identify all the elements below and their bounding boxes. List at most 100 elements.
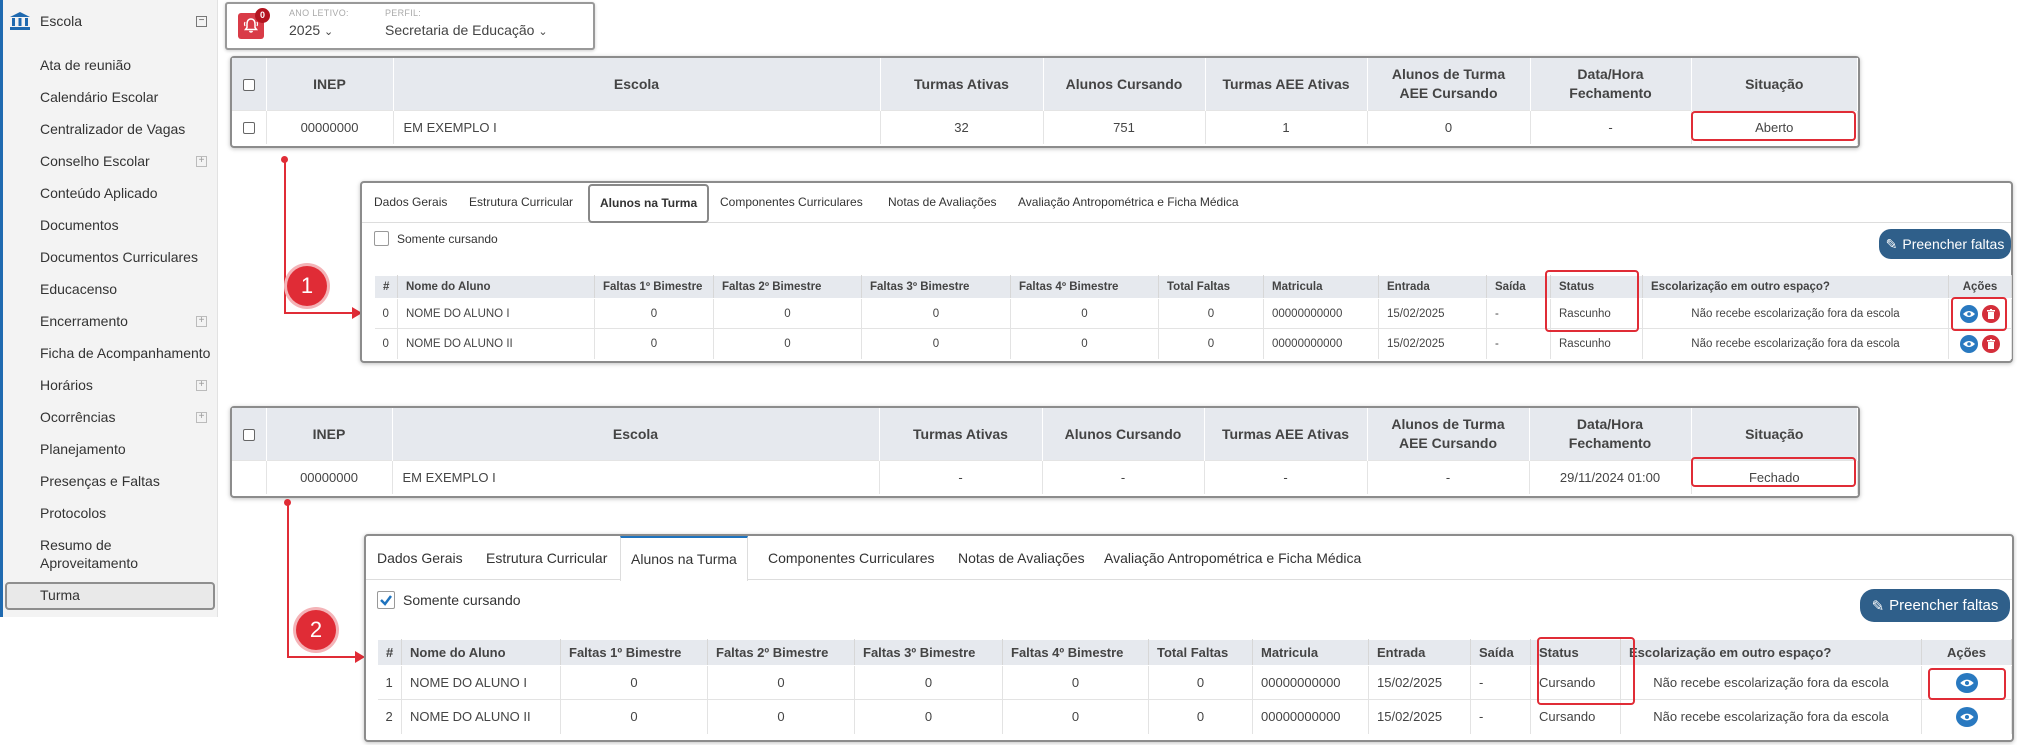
- col-turmas-ativas[interactable]: Turmas Ativas: [880, 58, 1044, 110]
- collapse-icon[interactable]: −: [196, 16, 207, 27]
- sidebar-item-resumo-de-aproveitamento[interactable]: Resumo de: [40, 537, 112, 553]
- sidebar-item-documentos-curriculares[interactable]: Documentos Curriculares: [40, 249, 198, 265]
- data-hora-cell: -: [1530, 109, 1692, 144]
- tab-estrutura-curricular[interactable]: Estrutura Curricular: [469, 195, 573, 209]
- col-alunos-aee[interactable]: Alunos de Turma AEE Cursando: [1367, 58, 1531, 110]
- tab-alunos-na-turma[interactable]: Alunos na Turma: [588, 184, 710, 223]
- tab-componentes-curriculares[interactable]: Componentes Curriculares: [720, 195, 863, 209]
- sidebar-item-ficha-de-acompanhamento[interactable]: Ficha de Acompanhamento: [40, 345, 210, 361]
- select-all-checkbox[interactable]: [242, 429, 255, 442]
- sidebar-item-turma[interactable]: Turma: [40, 587, 80, 603]
- table-header-row: INEP Escola Turmas Ativas Alunos Cursand…: [232, 58, 1858, 110]
- ano-letivo-select[interactable]: 2025 ⌄: [289, 22, 333, 38]
- col-escola[interactable]: Escola: [392, 408, 880, 460]
- tab-estrutura-curricular[interactable]: Estrutura Curricular: [486, 550, 607, 566]
- sidebar-item-horarios[interactable]: Horários: [40, 377, 93, 393]
- preencher-faltas-button[interactable]: ✎ Preencher faltas: [1860, 589, 2010, 622]
- nome-cell: NOME DO ALUNO II: [401, 699, 561, 734]
- alunos-cursando-cell: -: [1042, 459, 1205, 494]
- somente-cursando-checkbox[interactable]: Somente cursando: [377, 591, 521, 609]
- col-escola[interactable]: Escola: [393, 58, 881, 110]
- inep-cell: 00000000: [266, 459, 393, 494]
- select-all-checkbox[interactable]: [242, 79, 255, 92]
- numero-cell: 1: [377, 665, 402, 700]
- sidebar-item-resumo-de-aproveitamento-line2[interactable]: Aproveitamento: [40, 555, 138, 571]
- row-checkbox[interactable]: [242, 122, 255, 135]
- table-row[interactable]: 2 NOME DO ALUNO II 0 0 0 0 0 00000000000…: [377, 699, 2012, 734]
- tab-notas-de-avaliacoes[interactable]: Notas de Avaliações: [958, 550, 1085, 566]
- tab-avaliacao-antropometrica[interactable]: Avaliação Antropométrica e Ficha Médica: [1104, 550, 1361, 566]
- expand-icon[interactable]: +: [196, 412, 207, 423]
- sidebar-item-ocorrencias[interactable]: Ocorrências: [40, 409, 115, 425]
- tab-alunos-na-turma[interactable]: Alunos na Turma: [620, 536, 748, 581]
- col-alunos-aee[interactable]: Alunos de Turma AEE Cursando: [1367, 408, 1530, 460]
- col-turmas-aee-ativas[interactable]: Turmas AEE Ativas: [1205, 58, 1368, 110]
- col-numero: #: [374, 275, 398, 299]
- nome-cell: NOME DO ALUNO I: [397, 298, 595, 329]
- faltas-4-cell: 0: [1010, 298, 1159, 329]
- sidebar-item-conteudo-aplicado[interactable]: Conteúdo Aplicado: [40, 185, 158, 201]
- tab-dados-gerais[interactable]: Dados Gerais: [374, 195, 447, 209]
- table-row[interactable]: 00000000 EM EXEMPLO I - - - - 29/11/2024…: [232, 459, 1858, 494]
- tab-dados-gerais[interactable]: Dados Gerais: [377, 550, 463, 566]
- table-header-row: # Nome do Aluno Faltas 1º Bimestre Falta…: [374, 275, 2012, 299]
- sidebar-item-turma-active[interactable]: [5, 582, 215, 610]
- col-alunos-cursando[interactable]: Alunos Cursando: [1043, 58, 1206, 110]
- faltas-1-cell: 0: [560, 665, 708, 700]
- tab-componentes-curriculares[interactable]: Componentes Curriculares: [768, 550, 935, 566]
- delete-button[interactable]: [1981, 334, 2000, 353]
- sidebar-item-documentos[interactable]: Documentos: [40, 217, 119, 233]
- ano-letivo-label: ANO LETIVO:: [289, 8, 349, 18]
- perfil-select[interactable]: Secretaria de Educação ⌄: [385, 22, 548, 38]
- faltas-2-cell: 0: [713, 298, 862, 329]
- col-turmas-aee-ativas[interactable]: Turmas AEE Ativas: [1204, 408, 1368, 460]
- entrada-cell: 15/02/2025: [1368, 665, 1471, 700]
- sidebar-item-centralizador-de-vagas[interactable]: Centralizador de Vagas: [40, 121, 185, 137]
- faltas-1-cell: 0: [560, 699, 708, 734]
- sidebar-item-educacenso[interactable]: Educacenso: [40, 281, 117, 297]
- chevron-down-icon: ⌄: [324, 26, 334, 38]
- col-escolarizacao: Escolarização em outro espaço?: [1642, 275, 1949, 299]
- sidebar-item-conselho-escolar[interactable]: Conselho Escolar: [40, 153, 150, 169]
- pencil-icon: ✎: [1871, 597, 1885, 615]
- sidebar-item-presencas-e-faltas[interactable]: Presenças e Faltas: [40, 473, 160, 489]
- col-situacao[interactable]: Situação: [1691, 408, 1858, 460]
- sidebar-item-planejamento[interactable]: Planejamento: [40, 441, 126, 457]
- col-data-hora[interactable]: Data/Hora Fechamento: [1530, 58, 1692, 110]
- total-faltas-cell: 0: [1148, 665, 1253, 700]
- expand-icon[interactable]: +: [196, 156, 207, 167]
- bank-icon: [10, 12, 30, 30]
- school-table-closed: INEP Escola Turmas Ativas Alunos Cursand…: [230, 406, 1860, 498]
- acoes-cell: [1921, 699, 2012, 734]
- sidebar-header[interactable]: Escola −: [0, 8, 218, 36]
- col-inep[interactable]: INEP: [266, 58, 394, 110]
- matricula-cell: 00000000000: [1263, 298, 1379, 329]
- somente-cursando-checkbox[interactable]: Somente cursando: [374, 231, 498, 246]
- col-escolarizacao: Escolarização em outro espaço?: [1620, 639, 1922, 666]
- sidebar-item-ata-de-reuniao[interactable]: Ata de reunião: [40, 57, 131, 73]
- sidebar-item-calendario-escolar[interactable]: Calendário Escolar: [40, 89, 158, 105]
- col-situacao[interactable]: Situação: [1691, 58, 1858, 110]
- expand-icon[interactable]: +: [196, 380, 207, 391]
- table-row[interactable]: 00000000 EM EXEMPLO I 32 751 1 0 - Abert…: [232, 109, 1858, 144]
- col-total-faltas: Total Faltas: [1148, 639, 1253, 666]
- expand-icon[interactable]: +: [196, 316, 207, 327]
- entrada-cell: 15/02/2025: [1378, 328, 1487, 359]
- col-alunos-aee-line2: AEE Cursando: [1399, 84, 1498, 101]
- numero-cell: 0: [374, 298, 398, 329]
- view-button[interactable]: [1955, 706, 1978, 727]
- col-turmas-ativas[interactable]: Turmas Ativas: [879, 408, 1043, 460]
- tab-avaliacao-antropometrica[interactable]: Avaliação Antropométrica e Ficha Médica: [1018, 195, 1239, 209]
- table-row[interactable]: 0 NOME DO ALUNO I 0 0 0 0 0 00000000000 …: [374, 298, 2012, 329]
- table-row[interactable]: 0 NOME DO ALUNO II 0 0 0 0 0 00000000000…: [374, 328, 2012, 359]
- col-acoes: Ações: [1948, 275, 2012, 299]
- table-row[interactable]: 1 NOME DO ALUNO I 0 0 0 0 0 00000000000 …: [377, 665, 2012, 700]
- tab-notas-de-avaliacoes[interactable]: Notas de Avaliações: [888, 195, 997, 209]
- col-alunos-cursando[interactable]: Alunos Cursando: [1042, 408, 1205, 460]
- sidebar-item-protocolos[interactable]: Protocolos: [40, 505, 106, 521]
- col-data-hora[interactable]: Data/Hora Fechamento: [1529, 408, 1692, 460]
- col-inep[interactable]: INEP: [266, 408, 393, 460]
- preencher-faltas-button[interactable]: ✎ Preencher faltas: [1879, 229, 2011, 259]
- sidebar-item-encerramento[interactable]: Encerramento: [40, 313, 128, 329]
- view-button[interactable]: [1960, 334, 1979, 353]
